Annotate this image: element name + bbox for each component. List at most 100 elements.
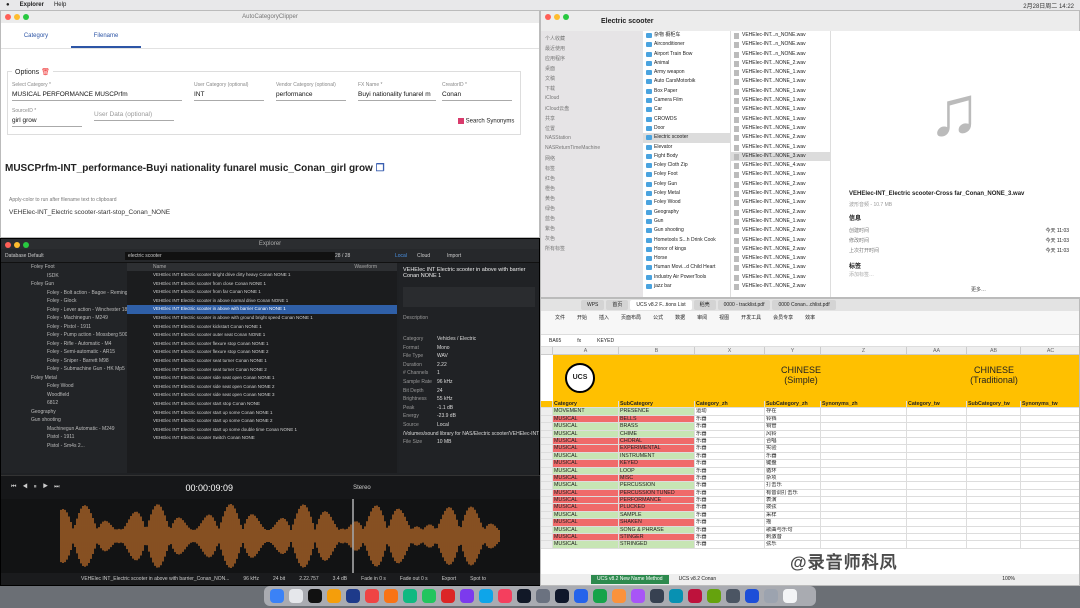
- close-icon[interactable]: [545, 14, 551, 20]
- cell[interactable]: 乐器: [695, 467, 765, 474]
- file-row[interactable]: VEHElec INT Electric scooter start stop …: [127, 400, 397, 409]
- tree-item[interactable]: Foley - Glock: [1, 297, 127, 306]
- folder-item[interactable]: Gun: [643, 217, 730, 226]
- transport-controls[interactable]: ⏮◀⏸▶⏭: [11, 484, 66, 491]
- user-data-field[interactable]: User Data (optional): [94, 108, 174, 121]
- folder-item[interactable]: Hometools S...h Drink Cook: [643, 236, 730, 245]
- cell[interactable]: MUSICAL: [553, 504, 619, 511]
- sidebar-item[interactable]: iCloud: [545, 95, 639, 105]
- dock-app-icon[interactable]: [308, 589, 322, 603]
- cell[interactable]: 存在: [765, 408, 821, 415]
- sidebar-item[interactable]: 紫色: [545, 225, 639, 235]
- folder-item[interactable]: Auto CarsMotorbik: [643, 77, 730, 86]
- folder-item[interactable]: Foley Gun: [643, 180, 730, 189]
- ribbon-menu[interactable]: 插入: [599, 314, 609, 321]
- folder-item[interactable]: CROWDS: [643, 115, 730, 124]
- sidebar-item[interactable]: 共享: [545, 115, 639, 125]
- sidebar-item[interactable]: 灰色: [545, 235, 639, 245]
- cell[interactable]: 乐器: [695, 519, 765, 526]
- file-item[interactable]: VEHElec-INT...NONE_4.wav: [731, 161, 830, 170]
- file-row[interactable]: VEHElec INT Electric scooter from close …: [127, 280, 397, 289]
- tab-filename[interactable]: Filename: [71, 23, 141, 48]
- tree-item[interactable]: Foley - Sniper - Barrett M98: [1, 357, 127, 366]
- cell[interactable]: PERFORMANCE: [619, 497, 695, 504]
- folder-item[interactable]: Foley Cloth Zip: [643, 161, 730, 170]
- tree-item[interactable]: 6812: [1, 399, 127, 408]
- sidebar-item[interactable]: 个人收藏: [545, 35, 639, 45]
- cell[interactable]: 铜管: [765, 423, 821, 430]
- waveform-display[interactable]: [1, 499, 541, 573]
- file-row[interactable]: VEHElec INT Electric scooter start up so…: [127, 417, 397, 426]
- file-item[interactable]: VEHElec-INT...NONE_1.wav: [731, 170, 830, 179]
- cell[interactable]: 拨弦: [765, 504, 821, 511]
- file-item[interactable]: VEHElec-INT...NONE_1.wav: [731, 96, 830, 105]
- cell[interactable]: SONG & PHRASE: [619, 526, 695, 534]
- table-row[interactable]: MUSICAL PERCUSSION TUNED 乐器 有音调打击乐: [541, 489, 1079, 498]
- fx-name-field[interactable]: FX Name * Buyi nationality funarel m: [358, 82, 436, 101]
- cell[interactable]: MUSICAL: [553, 489, 619, 497]
- tree-item[interactable]: Foley - Lever action - Winchester 1886: [1, 306, 127, 315]
- cell[interactable]: 刺激音: [765, 534, 821, 541]
- table-row[interactable]: MUSICAL PERCUSSION 乐器 打击乐: [541, 482, 1079, 490]
- file-item[interactable]: VEHElec-INT...NONE_1.wav: [731, 198, 830, 207]
- cell[interactable]: SHAKEN: [619, 519, 695, 526]
- table-row[interactable]: MUSICAL EXPERIMENTAL 乐器 实验: [541, 445, 1079, 453]
- table-row[interactable]: MUSICAL KEYED 乐器 键盘: [541, 460, 1079, 468]
- user-category-field[interactable]: User Category (optional) INT: [194, 82, 264, 101]
- file-row[interactable]: VEHElec INT Electric scooter side seat o…: [127, 383, 397, 392]
- file-row[interactable]: VEHElec INT Electric scooter seat turner…: [127, 366, 397, 375]
- file-item[interactable]: VEHElec-INT...n_NONE.wav: [731, 50, 830, 59]
- cell[interactable]: 歌曲与乐句: [765, 526, 821, 534]
- dock-app-icon[interactable]: [688, 589, 702, 603]
- file-row[interactable]: VEHElec INT Electric scooter Switch Cona…: [127, 434, 397, 443]
- folder-item[interactable]: Airport Train Bow: [643, 50, 730, 59]
- dock-app-icon[interactable]: [783, 589, 797, 603]
- cell[interactable]: PERCUSSION: [619, 482, 695, 489]
- search-synonyms-checkbox[interactable]: Search Synonyms: [458, 118, 522, 125]
- cell[interactable]: 采样: [765, 511, 821, 519]
- cell[interactable]: 乐器: [695, 415, 765, 423]
- tree-item[interactable]: Foley Metal: [1, 374, 127, 383]
- dock-app-icon[interactable]: [555, 589, 569, 603]
- folder-item[interactable]: Honor of kings: [643, 245, 730, 254]
- menu-app-name[interactable]: Explorer: [20, 2, 44, 8]
- tab-import[interactable]: Import: [447, 253, 461, 259]
- ribbon-menu[interactable]: 开始: [577, 314, 587, 321]
- file-item[interactable]: VEHElec-INT...NONE_1.wav: [731, 254, 830, 263]
- file-row[interactable]: VEHElec INT Electric scooter from far Co…: [127, 288, 397, 297]
- close-icon[interactable]: [5, 14, 11, 20]
- sidebar-item[interactable]: 黄色: [545, 195, 639, 205]
- dock-app-icon[interactable]: [631, 589, 645, 603]
- cell[interactable]: 循环: [765, 467, 821, 474]
- trash-icon[interactable]: 🗑: [41, 69, 50, 76]
- table-row[interactable]: MUSICAL BELLS 乐器 铃铛: [541, 415, 1079, 424]
- cell[interactable]: 乐器: [695, 430, 765, 437]
- add-tag-input[interactable]: 添加标签…: [849, 271, 874, 278]
- dock-app-icon[interactable]: [327, 589, 341, 603]
- cell[interactable]: PRESENCE: [619, 408, 695, 415]
- table-row[interactable]: MUSICAL CHIME 乐器 风铃: [541, 430, 1079, 438]
- cell[interactable]: MUSICAL: [553, 415, 619, 423]
- cell[interactable]: 杂项: [765, 474, 821, 482]
- tab-cloud[interactable]: Cloud: [417, 253, 447, 259]
- folder-item[interactable]: Foley Wood: [643, 198, 730, 207]
- sheet-grid[interactable]: A B X Y Z AA AB AC UCS CHINESE (Simple) CHINESE(…: [541, 347, 1079, 575]
- zoom-icon[interactable]: [23, 14, 29, 20]
- doc-tab[interactable]: 0000 - tracklist.pdf: [717, 300, 771, 310]
- doc-tab[interactable]: WPS: [581, 300, 605, 310]
- dock-app-icon[interactable]: [289, 589, 303, 603]
- dock-app-icon[interactable]: [384, 589, 398, 603]
- tree-item[interactable]: Geography: [1, 408, 127, 417]
- tree-item[interactable]: Foley Foot: [1, 263, 127, 272]
- file-item[interactable]: VEHElec-INT...NONE_1.wav: [731, 273, 830, 282]
- cell[interactable]: CHORAL: [619, 437, 695, 445]
- ribbon-menu[interactable]: 文件: [555, 314, 565, 321]
- file-item[interactable]: VEHElec-INT...NONE_1.wav: [731, 217, 830, 226]
- cell[interactable]: PLUCKED: [619, 504, 695, 511]
- ribbon-menu[interactable]: 页面布局: [621, 314, 641, 321]
- sidebar-item[interactable]: 网络: [545, 155, 639, 165]
- select-category-field[interactable]: Select Category * MUSICAL PERFORMANCE MUS…: [12, 82, 182, 101]
- table-row[interactable]: MUSICAL SAMPLE 乐器 采样: [541, 511, 1079, 520]
- cell[interactable]: 乐器: [695, 511, 765, 519]
- sheet-tab-new[interactable]: UCS v8.2 New Name Method: [591, 575, 669, 584]
